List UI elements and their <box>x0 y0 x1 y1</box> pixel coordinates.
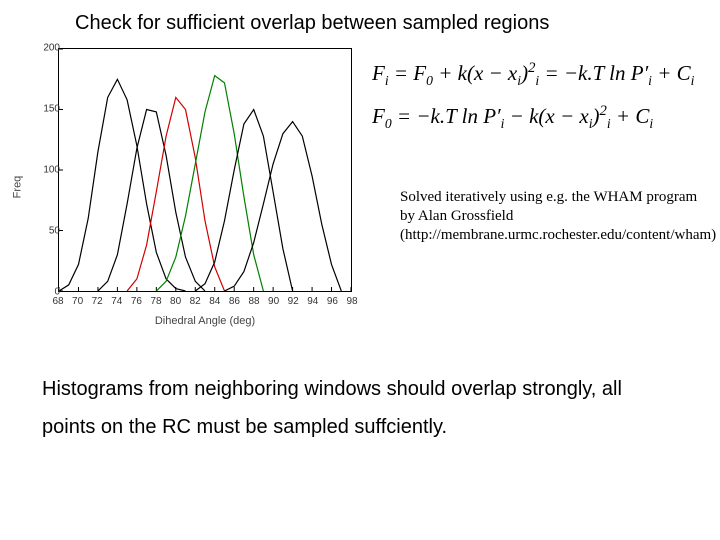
x-tick: 76 <box>131 296 142 307</box>
bottom-text: Histograms from neighboring windows shou… <box>42 370 680 446</box>
y-tick: 150 <box>43 104 60 115</box>
y-tick: 200 <box>43 43 60 54</box>
x-tick: 92 <box>288 296 299 307</box>
x-tick: 86 <box>229 296 240 307</box>
y-tick: 50 <box>49 226 60 237</box>
x-tick: 90 <box>268 296 279 307</box>
y-tick: 100 <box>43 165 60 176</box>
x-tick: 88 <box>248 296 259 307</box>
x-tick: 74 <box>111 296 122 307</box>
x-axis-label: Dihedral Angle (deg) <box>58 315 352 327</box>
x-tick: 98 <box>346 296 357 307</box>
solved-note: Solved iteratively using e.g. the WHAM p… <box>400 188 700 244</box>
y-axis-label: Freq <box>11 175 23 198</box>
equation-2: F0 = −k.T ln P′i − k(x − xi)2i + Ci <box>372 103 708 132</box>
equation-1: Fi = F0 + k(x − xi)2i = −k.T ln P′i + Ci <box>372 60 708 89</box>
x-tick: 82 <box>190 296 201 307</box>
chart-svg <box>59 49 351 291</box>
equations-block: Fi = F0 + k(x − xi)2i = −k.T ln P′i + Ci… <box>372 60 708 146</box>
x-tick: 70 <box>72 296 83 307</box>
x-tick: 84 <box>209 296 220 307</box>
x-tick: 96 <box>327 296 338 307</box>
histogram-chart: Freq Dihedral Angle (deg) 05010015020068… <box>10 44 360 329</box>
x-tick: 72 <box>92 296 103 307</box>
x-tick: 68 <box>52 296 63 307</box>
x-tick: 78 <box>150 296 161 307</box>
page-title: Check for sufficient overlap between sam… <box>75 12 549 35</box>
x-tick: 94 <box>307 296 318 307</box>
plot-area <box>58 48 352 292</box>
x-tick: 80 <box>170 296 181 307</box>
